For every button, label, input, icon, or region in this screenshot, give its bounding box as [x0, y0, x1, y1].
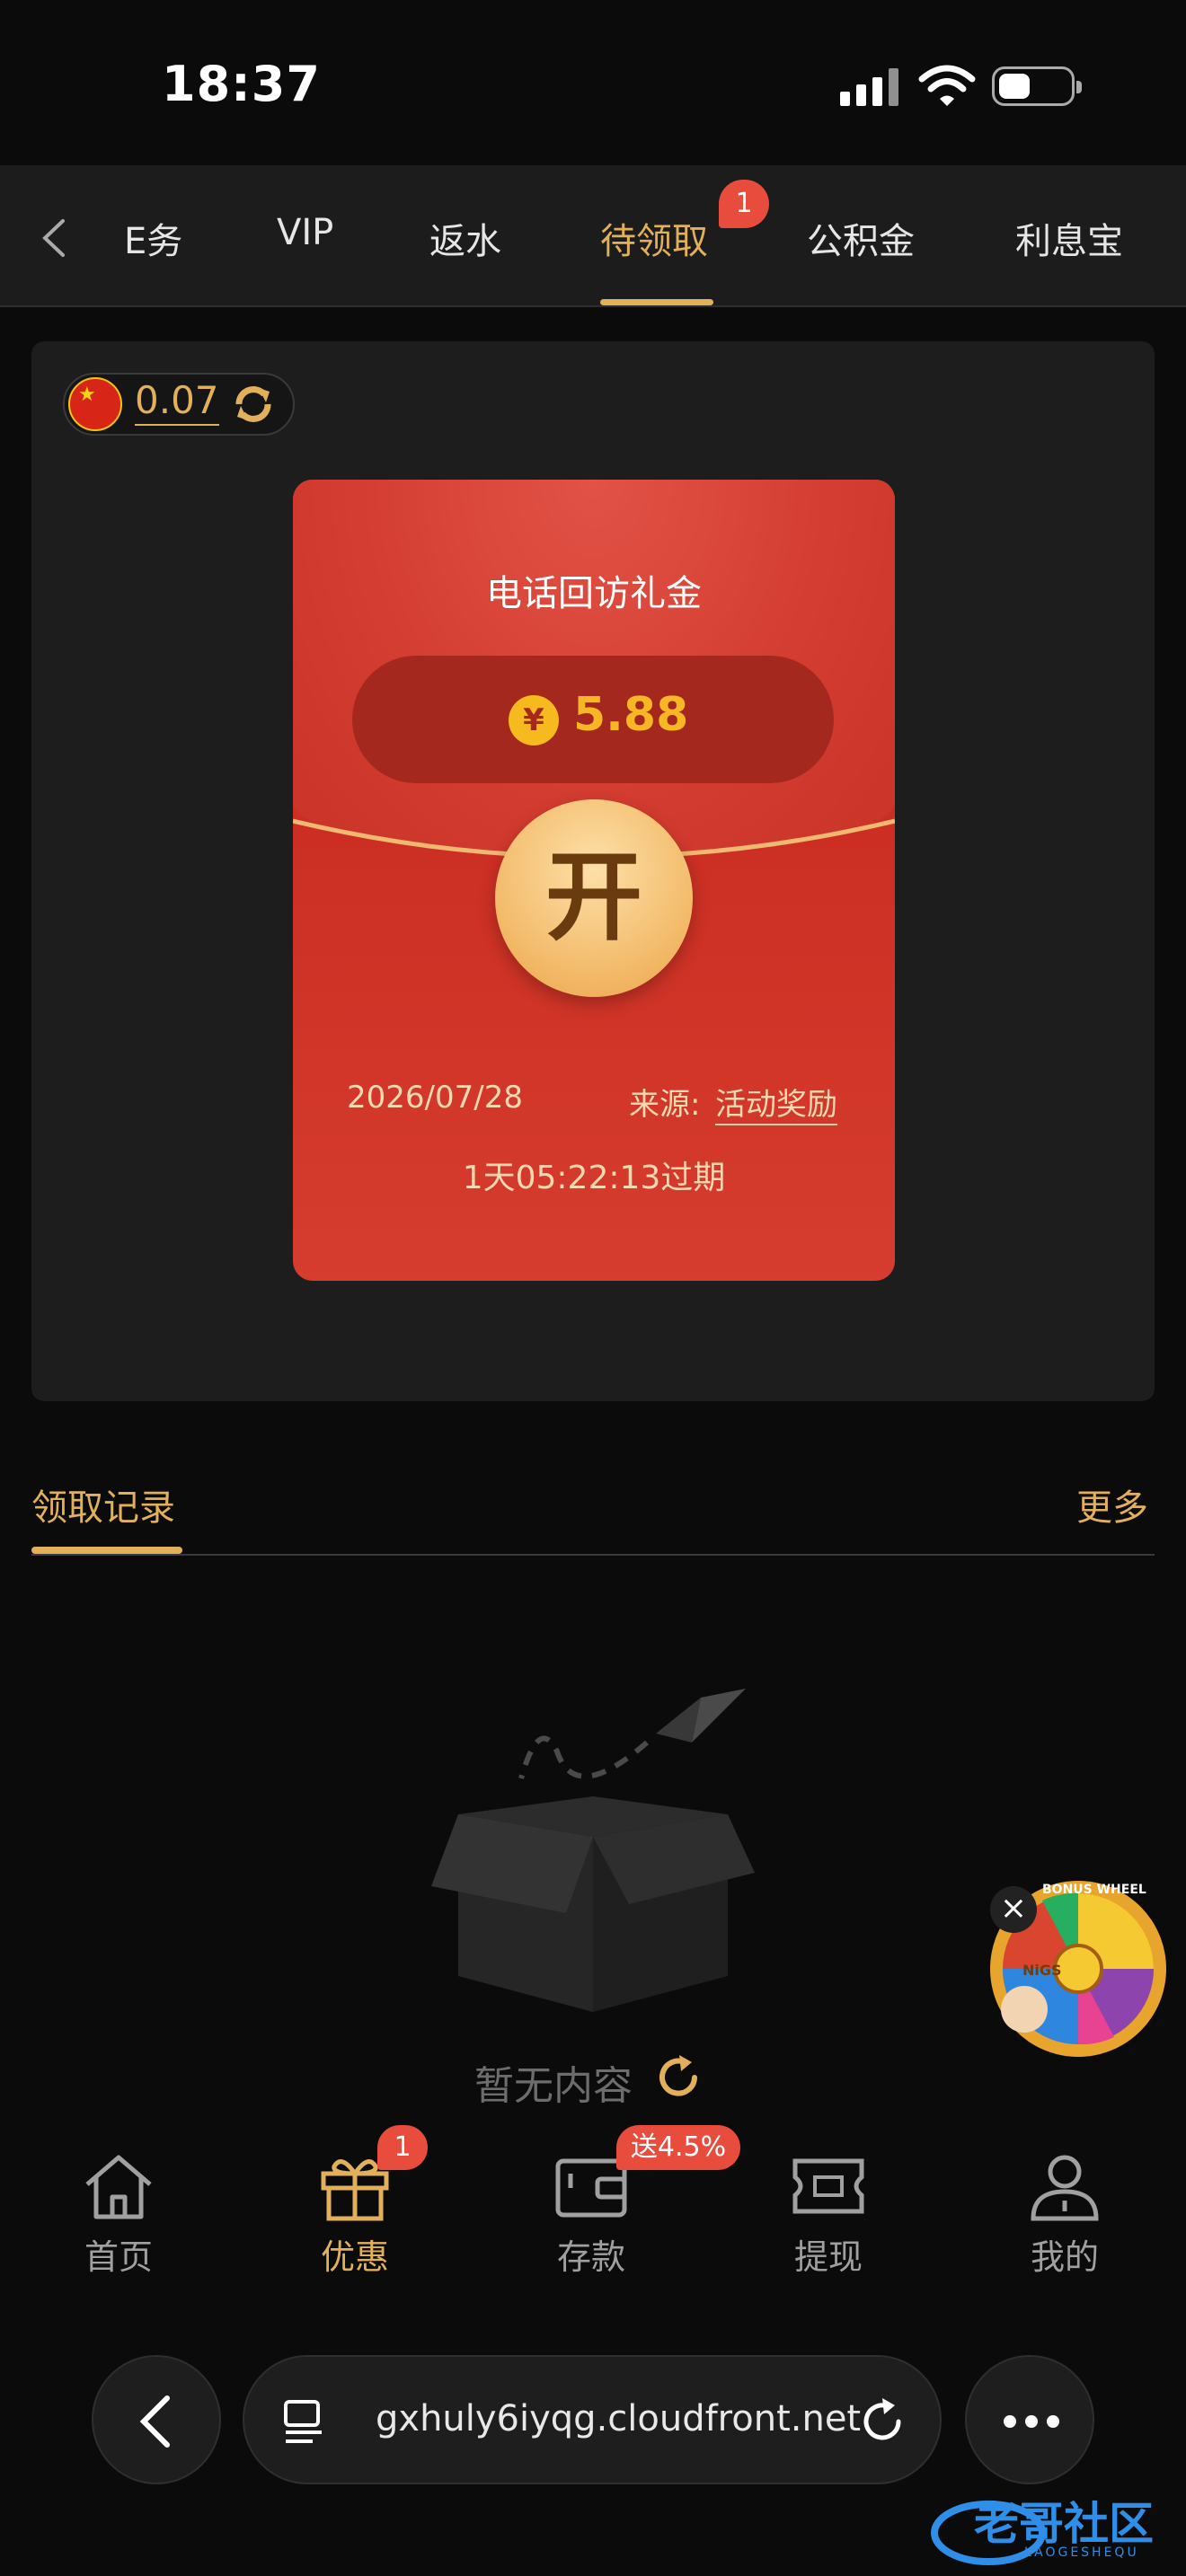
records-tab[interactable]: 领取记录 [31, 1478, 175, 1531]
empty-refresh-icon[interactable] [654, 2053, 703, 2102]
user-icon [1031, 2155, 1099, 2221]
wheel-center-label: NiGS [1022, 1962, 1062, 1979]
nav-withdraw[interactable]: 提现 [757, 2150, 900, 2279]
close-wheel-icon[interactable]: × [990, 1886, 1037, 1933]
browser-url-text: gxhuly6iyqg.cloudfront.net [376, 2398, 862, 2439]
red-envelope-card: 电话回访礼金 ¥ 5.88 开 2026/07/28 来源: 活动奖励 1天05… [293, 480, 895, 1281]
home-icon [85, 2155, 152, 2219]
empty-state-text: 暂无内容 [474, 2063, 633, 2109]
tab-interest[interactable]: 利息宝 [1015, 212, 1123, 264]
nav-profile-label: 我的 [1030, 2237, 1099, 2277]
china-flag-icon: ★ [68, 377, 122, 431]
envelope-title: 电话回访礼金 [486, 573, 702, 614]
tabs-back-chevron-icon[interactable] [36, 216, 72, 260]
active-tab-indicator [600, 299, 713, 305]
nav-home-label: 首页 [84, 2237, 153, 2277]
browser-more-button[interactable] [965, 2355, 1094, 2484]
nav-deposit-label: 存款 [556, 2237, 625, 2277]
status-time: 18:37 [162, 56, 321, 112]
tab-pending-claim[interactable]: 待领取 [600, 212, 708, 264]
reload-icon[interactable] [857, 2396, 907, 2447]
nav-deposit-badge: 送4.5% [616, 2125, 740, 2170]
watermark-text: 老哥社区 [974, 2498, 1154, 2550]
cellular-signal-icon [840, 68, 899, 106]
refresh-balance-icon[interactable] [226, 377, 280, 431]
tab-badge: 1 [719, 180, 769, 228]
envelope-source-label: 来源: [629, 1087, 701, 1123]
page-menu-icon[interactable] [282, 2398, 327, 2445]
watermark-subtext: LAOGESHEQU [1024, 2545, 1139, 2560]
cash-icon [792, 2158, 864, 2214]
tab-vip[interactable]: VIP [277, 212, 333, 253]
balance-value[interactable]: 0.07 [135, 377, 219, 426]
empty-box-illustration [431, 1689, 755, 2012]
records-tab-indicator [31, 1547, 182, 1554]
records-more-link[interactable]: 更多 [1076, 1478, 1148, 1531]
nav-withdraw-label: 提现 [793, 2237, 863, 2277]
more-dots-icon [1004, 2415, 1059, 2428]
envelope-amount: 5.88 [573, 688, 689, 742]
nav-promotions-label: 优惠 [320, 2237, 389, 2277]
envelope-date: 2026/07/28 [347, 1080, 523, 1116]
envelope-expiry: 1天05:22:13过期 [462, 1160, 726, 1196]
wheel-title: BONUS WHEEL [1042, 1883, 1146, 1897]
tab-tasks[interactable]: E务 [124, 212, 182, 264]
battery-icon [992, 66, 1082, 106]
envelope-source-link[interactable]: 活动奖励 [715, 1080, 837, 1125]
records-divider [31, 1554, 1155, 1556]
browser-back-button[interactable] [92, 2355, 221, 2484]
nav-promotions-badge: 1 [377, 2125, 428, 2170]
yen-coin-icon: ¥ [509, 695, 559, 745]
nav-home[interactable]: 首页 [47, 2150, 190, 2279]
wifi-icon [918, 65, 976, 106]
nav-profile[interactable]: 我的 [993, 2150, 1137, 2279]
back-arrow-icon [139, 2395, 170, 2448]
watermark-logo: 老哥社区 LAOGESHEQU [925, 2479, 1177, 2569]
tab-rebate[interactable]: 返水 [429, 212, 501, 264]
open-envelope-button[interactable]: 开 [495, 799, 693, 997]
tab-provident-fund[interactable]: 公积金 [807, 212, 915, 264]
